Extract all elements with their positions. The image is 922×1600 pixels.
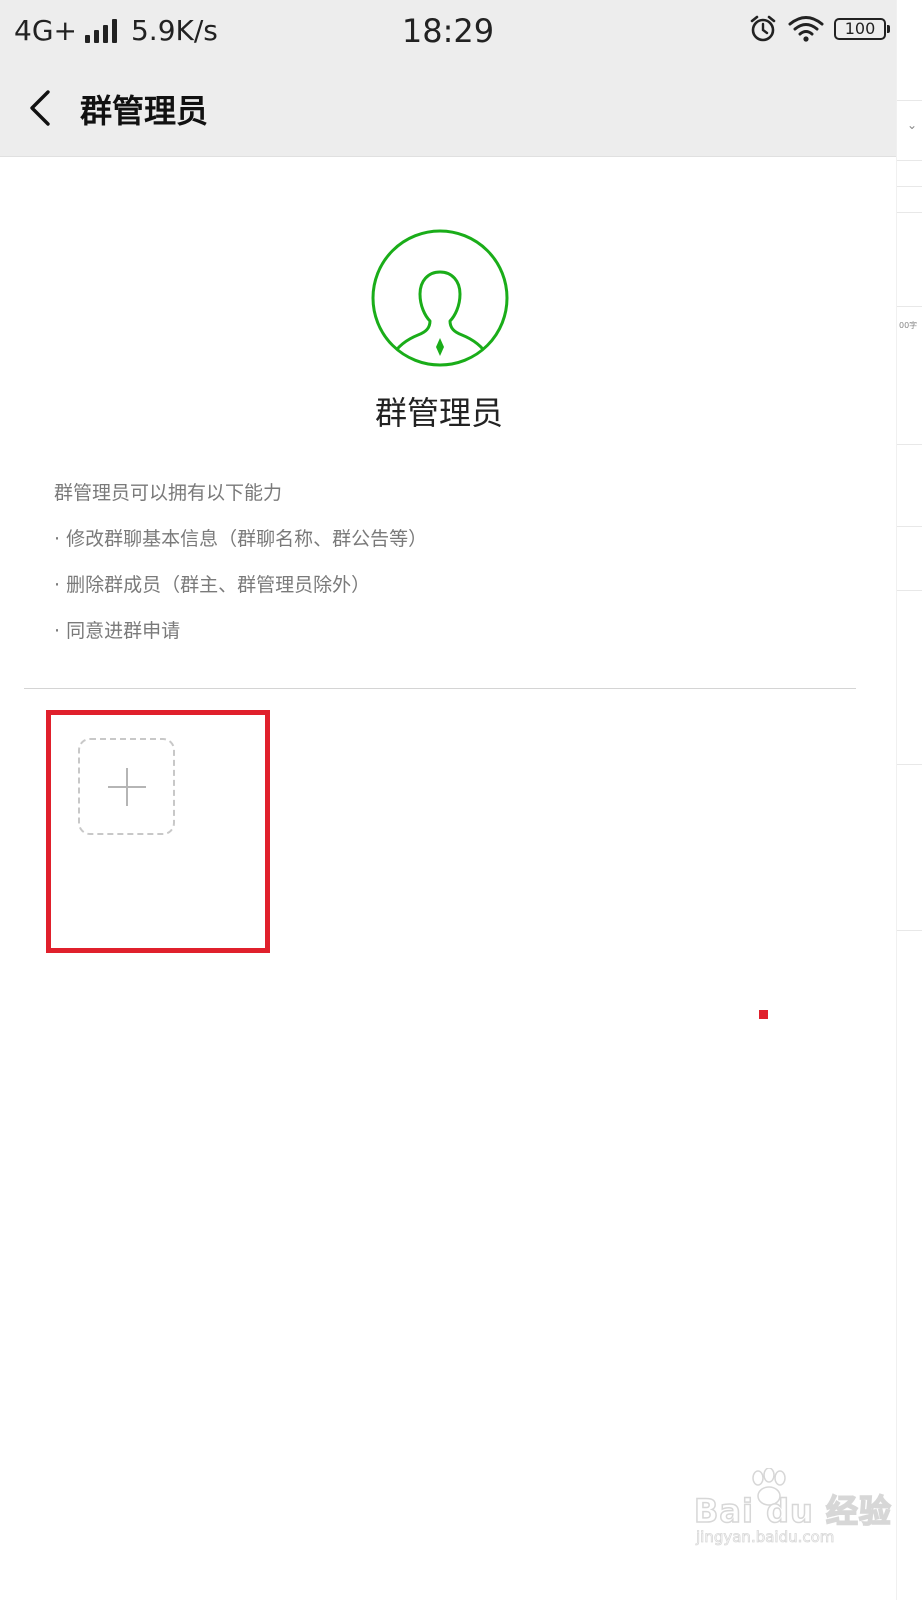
divider xyxy=(24,688,856,689)
side-strip-text: 00字 xyxy=(899,321,918,330)
capability-description: 群管理员可以拥有以下能力 · 修改群聊基本信息（群聊名称、群公告等） · 删除群… xyxy=(54,478,427,662)
admin-avatar-icon xyxy=(371,229,509,367)
watermark-url: jingyan.baidu.com xyxy=(696,1528,835,1547)
capability-intro: 群管理员可以拥有以下能力 xyxy=(54,482,283,504)
red-marker xyxy=(759,1010,768,1019)
capability-item: · 修改群聊基本信息（群聊名称、群公告等） xyxy=(54,528,428,550)
capability-item: · 删除群成员（群主、群管理员除外） xyxy=(54,574,371,596)
page-title: 群管理员 xyxy=(80,92,209,130)
status-bar: 4G+ 5.9K/s 18:29 100 xyxy=(0,0,896,60)
chevron-down-icon: ⌄ xyxy=(907,118,918,132)
alarm-icon xyxy=(750,15,776,42)
wifi-icon xyxy=(788,16,824,42)
status-right: 100 xyxy=(748,14,890,44)
battery-icon: 100 xyxy=(834,18,890,40)
nav-bar: 群管理员 xyxy=(0,60,896,157)
hero-title: 群管理员 xyxy=(374,394,503,432)
chevron-left-icon xyxy=(30,90,50,126)
capability-item: · 同意进群申请 xyxy=(54,620,181,642)
back-button[interactable] xyxy=(20,80,64,136)
watermark-brand: Bai du 经验 xyxy=(693,1491,892,1531)
screen: ⌄ 00字 4G+ 5.9K/s 18:29 100 群管理员 群管理员 群管理… xyxy=(0,0,922,1600)
add-admin-button[interactable] xyxy=(78,738,175,835)
side-strip: ⌄ 00字 xyxy=(896,0,922,1600)
watermark: Bai du 经验 jingyan.baidu.com xyxy=(690,1468,892,1558)
